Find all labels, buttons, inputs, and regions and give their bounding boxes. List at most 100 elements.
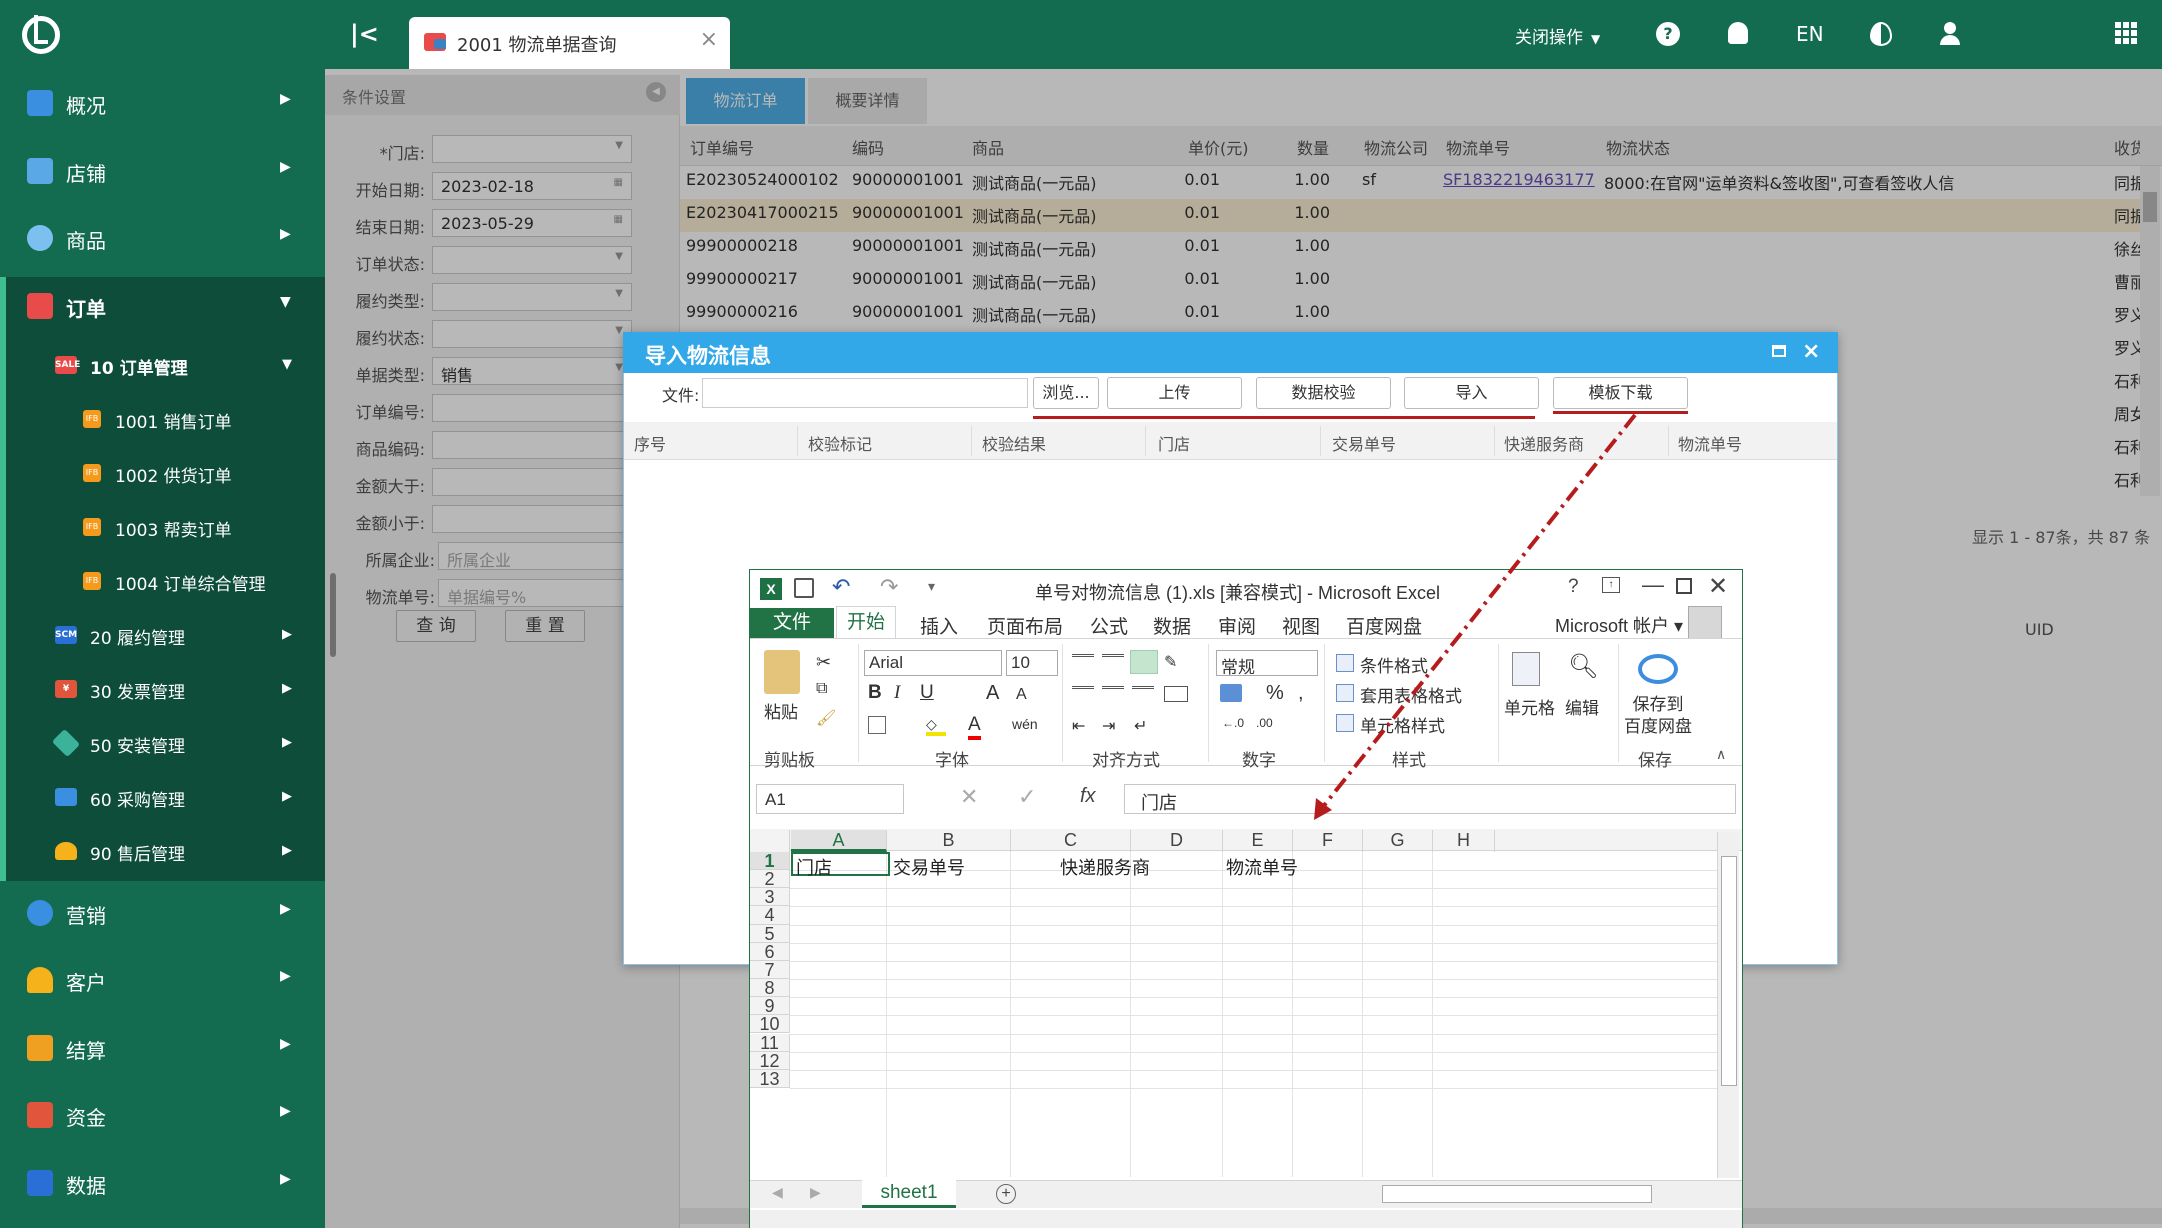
- tab-file[interactable]: 文件: [750, 608, 834, 638]
- col-header[interactable]: 物流单号: [1678, 431, 1742, 455]
- select-all[interactable]: [750, 830, 790, 852]
- tab-view[interactable]: 视图: [1282, 612, 1320, 639]
- binoculars-icon[interactable]: 🔍︎: [1568, 652, 1598, 686]
- bold-icon[interactable]: B: [868, 682, 882, 704]
- sidebar-item-1004[interactable]: IFB 1004 订单综合管理: [0, 555, 325, 609]
- row-header[interactable]: 7: [750, 961, 790, 979]
- file-path-input[interactable]: [702, 378, 1028, 408]
- redo-icon[interactable]: ↷: [880, 574, 898, 600]
- sidebar-item-customer[interactable]: 客户 ▶: [0, 947, 325, 1013]
- underline-icon[interactable]: U: [920, 682, 934, 704]
- grow-font-icon[interactable]: A: [986, 682, 999, 705]
- percent-icon[interactable]: %: [1266, 682, 1284, 705]
- column-header[interactable]: E: [1223, 830, 1293, 852]
- tab-logistics-query[interactable]: 2001 物流单据查询 ×: [409, 17, 730, 69]
- cells-button[interactable]: 单元格: [1504, 694, 1555, 719]
- copy-icon[interactable]: ⧉: [816, 680, 827, 698]
- enter-icon[interactable]: ✓: [1018, 784, 1036, 810]
- insert-function-icon[interactable]: fx: [1080, 785, 1096, 808]
- tab-data[interactable]: 数据: [1153, 612, 1191, 639]
- tab-review[interactable]: 审阅: [1218, 612, 1256, 639]
- tab-page-layout[interactable]: 页面布局: [987, 612, 1063, 639]
- sidebar-item-marketing[interactable]: 营销 ▶: [0, 880, 325, 946]
- sheet-tab[interactable]: sheet1: [862, 1180, 956, 1208]
- align-right-icon[interactable]: [1132, 686, 1154, 702]
- tab-formulas[interactable]: 公式: [1090, 612, 1128, 639]
- collapse-ribbon-icon[interactable]: ∧: [1716, 746, 1726, 763]
- name-box[interactable]: A1: [756, 784, 904, 814]
- save-to-baidu-button[interactable]: 保存到 百度网盘: [1624, 694, 1692, 738]
- row-header[interactable]: 4: [750, 906, 790, 925]
- align-bottom-icon[interactable]: [1130, 650, 1158, 674]
- avatar[interactable]: [1688, 606, 1722, 640]
- column-header[interactable]: F: [1293, 830, 1363, 852]
- customize-qat-icon[interactable]: ▾: [928, 578, 935, 595]
- help-icon[interactable]: ?: [1656, 22, 1680, 46]
- cut-icon[interactable]: ✂: [816, 652, 831, 673]
- col-header[interactable]: 门店: [1158, 431, 1190, 455]
- help-icon[interactable]: ?: [1568, 576, 1579, 598]
- shrink-font-icon[interactable]: A: [1016, 686, 1027, 704]
- maximize-icon[interactable]: [1772, 345, 1786, 357]
- sidebar-item-goods[interactable]: 商品 ▶: [0, 205, 325, 271]
- col-header[interactable]: 校验结果: [982, 431, 1046, 455]
- bell-icon[interactable]: [1728, 22, 1748, 44]
- sidebar-item-order-mgmt[interactable]: SALE 10 订单管理 ▼: [0, 339, 325, 393]
- cells-icon[interactable]: [1512, 652, 1540, 686]
- close-icon[interactable]: ✕: [1708, 572, 1728, 601]
- sidebar-item-install[interactable]: 50 安装管理 ▶: [0, 717, 325, 771]
- decrease-decimal-icon[interactable]: .00: [1256, 716, 1273, 730]
- add-sheet-icon[interactable]: +: [996, 1184, 1016, 1204]
- save-icon[interactable]: [794, 578, 814, 598]
- row-header[interactable]: 10: [750, 1015, 790, 1033]
- row-header[interactable]: 6: [750, 943, 790, 961]
- row-header[interactable]: 5: [750, 924, 790, 943]
- align-center-icon[interactable]: [1102, 686, 1124, 702]
- sidebar-item-data[interactable]: 数据 ▶: [0, 1150, 325, 1216]
- merge-icon[interactable]: [1164, 686, 1188, 702]
- paste-icon[interactable]: [764, 650, 800, 694]
- maximize-icon[interactable]: [1676, 578, 1692, 594]
- align-top-icon[interactable]: [1072, 654, 1094, 670]
- comma-icon[interactable]: ,: [1298, 682, 1304, 705]
- row-header[interactable]: 13: [750, 1070, 790, 1088]
- font-color-icon[interactable]: A: [968, 714, 981, 740]
- col-header[interactable]: 交易单号: [1332, 431, 1396, 455]
- tab-baidu[interactable]: 百度网盘: [1346, 612, 1422, 639]
- undo-icon[interactable]: ↶: [832, 574, 850, 600]
- sidebar-item-store[interactable]: 店铺 ▶: [0, 138, 325, 204]
- increase-decimal-icon[interactable]: ←.0: [1222, 716, 1244, 730]
- sidebar-item-aftersale[interactable]: 90 售后管理 ▶: [0, 825, 325, 879]
- format-as-table-button[interactable]: 套用表格格式: [1360, 682, 1462, 707]
- sidebar-item-fulfillment[interactable]: SCM 20 履约管理 ▶: [0, 609, 325, 663]
- row-header[interactable]: 11: [750, 1033, 790, 1052]
- phonetic-icon[interactable]: wén: [1012, 716, 1038, 732]
- paste-label[interactable]: 粘贴: [764, 698, 798, 723]
- column-header[interactable]: H: [1433, 830, 1495, 852]
- currency-icon[interactable]: [1220, 684, 1242, 702]
- sidebar-item-1001[interactable]: IFB 1001 销售订单: [0, 393, 325, 447]
- sidebar-item-order[interactable]: 订单 ▼: [0, 273, 325, 339]
- align-middle-icon[interactable]: [1102, 654, 1124, 670]
- horizontal-scrollbar[interactable]: [1382, 1185, 1652, 1203]
- ribbon-options-icon[interactable]: ↑: [1602, 577, 1620, 593]
- formula-bar[interactable]: 门店: [1124, 784, 1736, 814]
- collapse-sidebar-icon[interactable]: |<: [350, 20, 379, 48]
- row-header[interactable]: 3: [750, 888, 790, 906]
- import-button[interactable]: 导入: [1404, 377, 1539, 409]
- sidebar-item-purchase[interactable]: 60 采购管理 ▶: [0, 771, 325, 825]
- col-header[interactable]: 序号: [634, 431, 666, 455]
- cancel-icon[interactable]: ✕: [960, 784, 978, 810]
- column-header[interactable]: B: [887, 830, 1011, 852]
- number-format-select[interactable]: 常规: [1216, 650, 1318, 677]
- account-menu[interactable]: Microsoft 帐户 ▾: [1555, 612, 1683, 638]
- cell-b1[interactable]: 交易单号: [893, 854, 965, 880]
- increase-indent-icon[interactable]: ⇥: [1102, 716, 1115, 736]
- theme-contrast-icon[interactable]: [1870, 22, 1892, 46]
- sheet-next-icon[interactable]: ▶: [810, 1184, 821, 1201]
- cell-a1[interactable]: 门店: [796, 854, 832, 880]
- baidu-cloud-icon[interactable]: [1638, 654, 1678, 684]
- column-header[interactable]: G: [1363, 830, 1433, 852]
- row-header[interactable]: 12: [750, 1051, 790, 1070]
- sidebar-item-settlement[interactable]: 结算 ▶: [0, 1015, 325, 1081]
